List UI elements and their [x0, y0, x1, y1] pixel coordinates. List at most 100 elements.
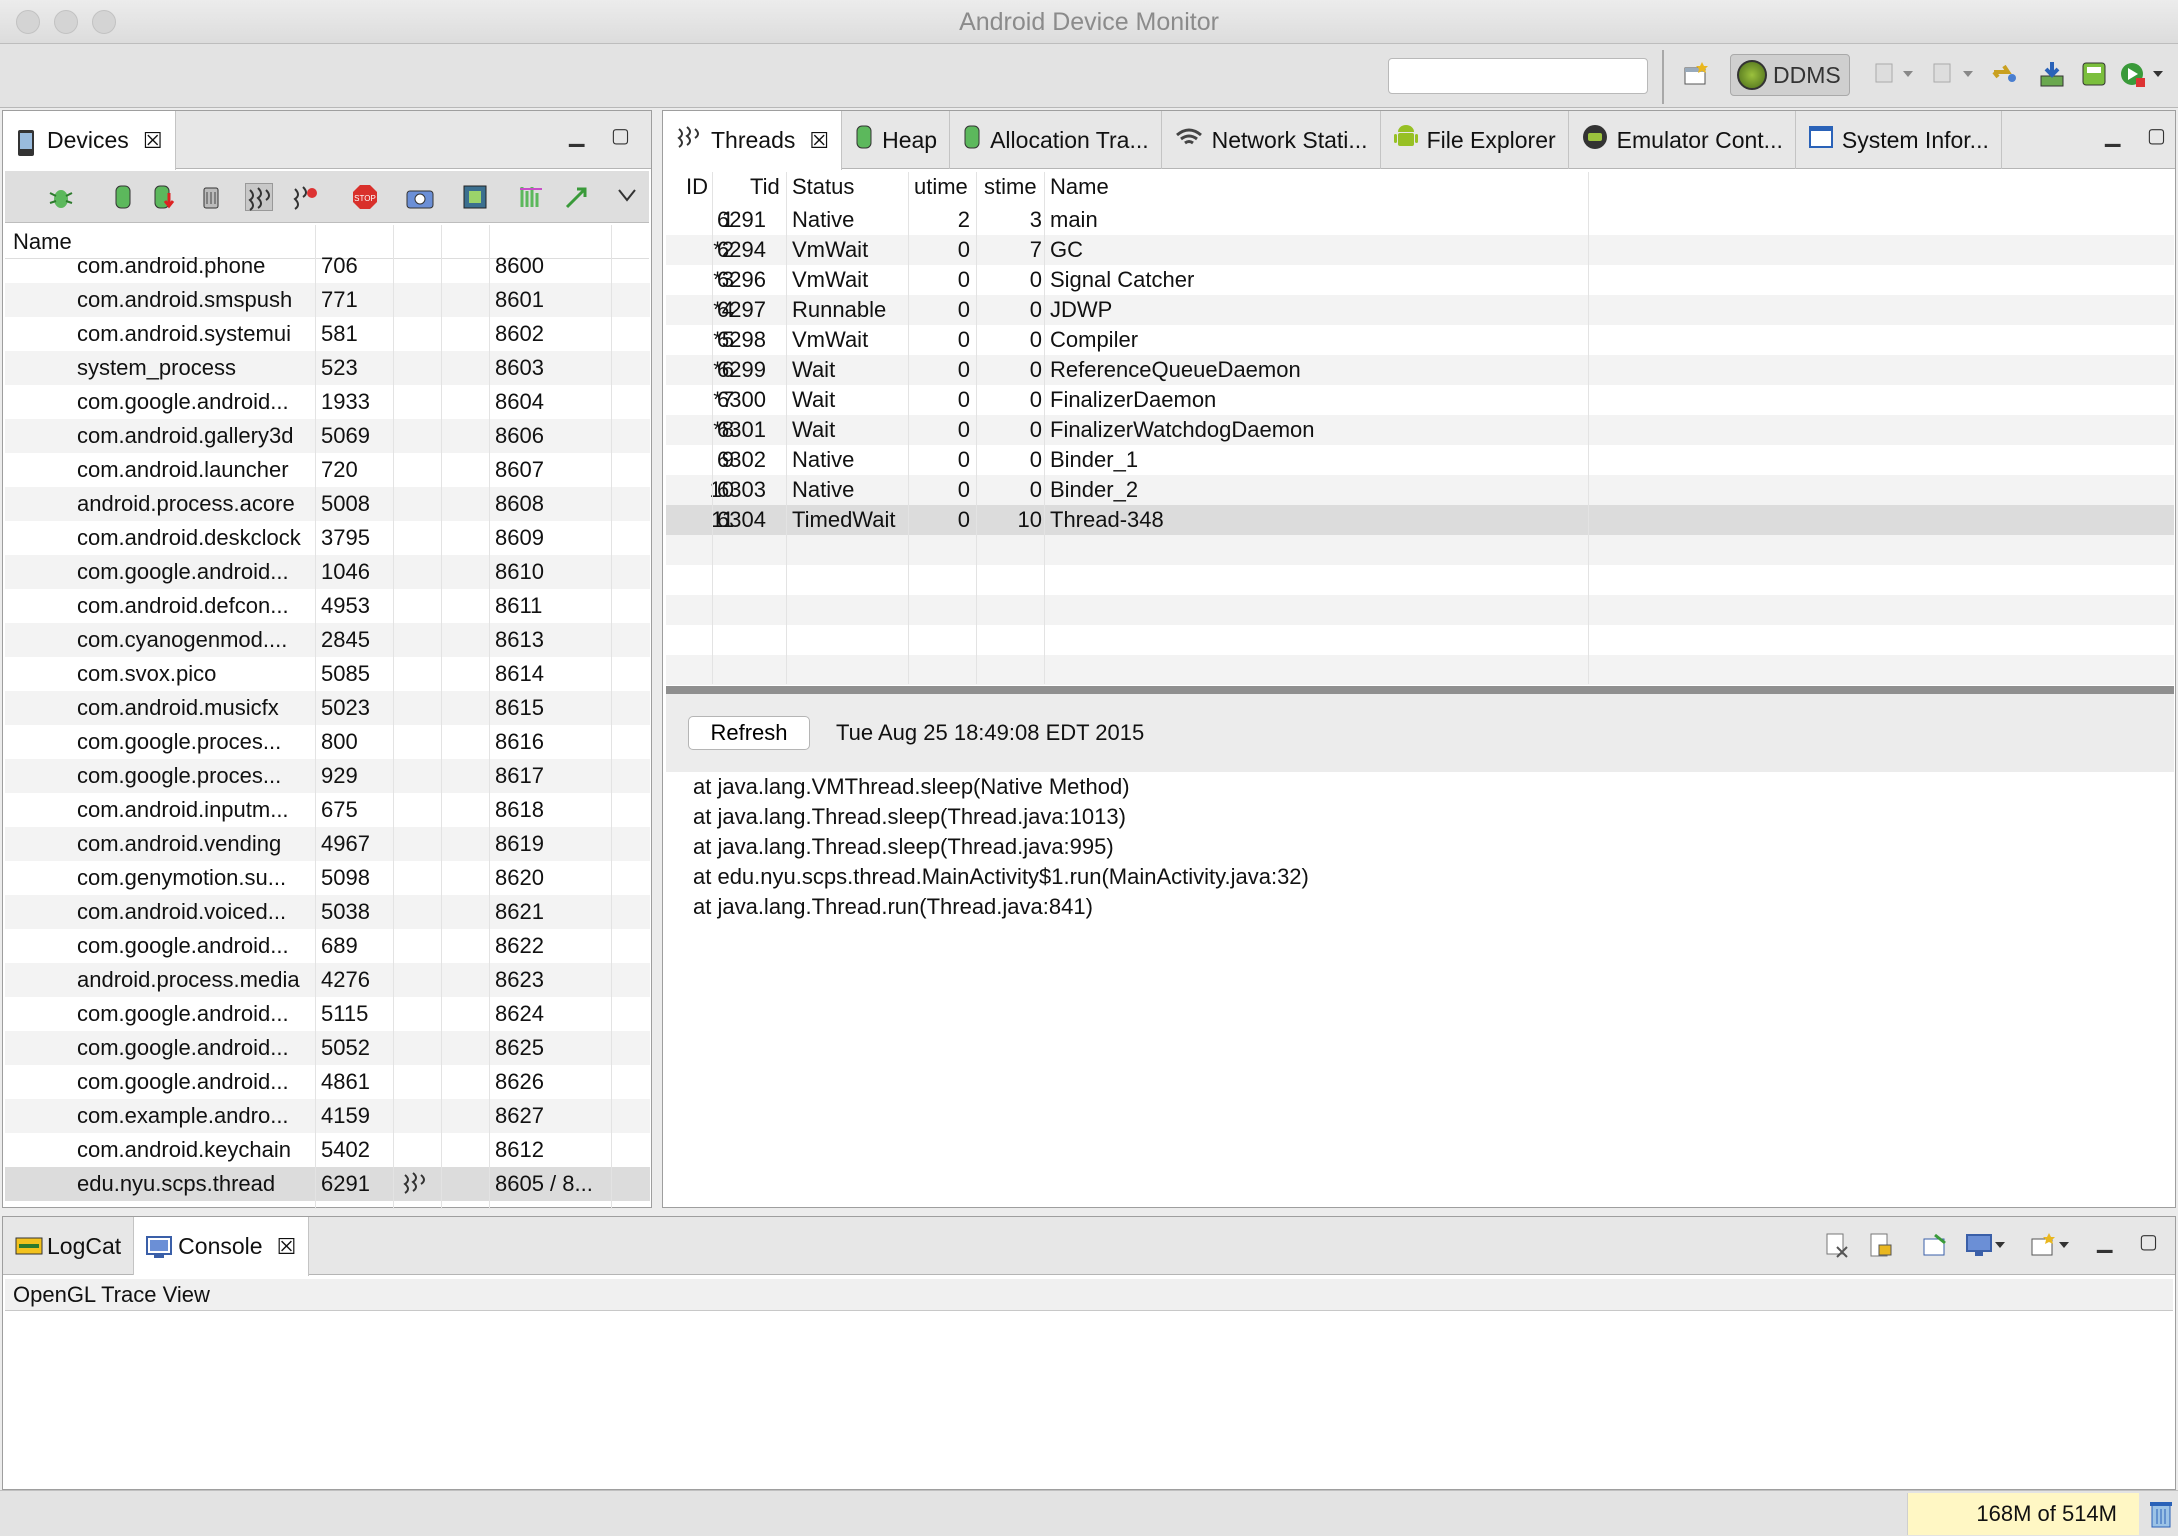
minimize-icon[interactable]: ▁ [2105, 123, 2120, 148]
device-process-row[interactable]: com.android.deskclock 3795 8609 [5, 521, 650, 555]
minimize-icon[interactable]: ▁ [569, 123, 584, 148]
stop-process-icon[interactable]: STOP [351, 183, 379, 211]
thread-row[interactable]: *6 6299 Wait 0 0 ReferenceQueueDaemon [666, 355, 2174, 385]
device-process-row[interactable]: com.example.andro... 4159 8627 [5, 1099, 650, 1133]
open-perspective-icon[interactable] [1682, 60, 1710, 88]
back-nav-icon[interactable] [1872, 60, 1900, 88]
debug-process-icon[interactable] [47, 183, 75, 211]
device-process-row[interactable]: com.svox.pico 5085 8614 [5, 657, 650, 691]
chevron-down-icon[interactable] [1993, 1231, 2007, 1259]
update-heap-icon[interactable] [109, 183, 137, 211]
tab-emulator-cont[interactable]: Emulator Cont... [1569, 111, 1796, 169]
device-process-row[interactable]: com.android.launcher 720 8607 [5, 453, 650, 487]
device-process-row[interactable]: com.cyanogenmod.... 2845 8613 [5, 623, 650, 657]
start-method-profiling-icon[interactable] [291, 183, 319, 211]
column-stime-header[interactable]: stime [984, 172, 1037, 202]
opengl-trace-icon[interactable] [563, 183, 591, 211]
close-icon[interactable]: ☒ [143, 128, 163, 154]
refresh-button[interactable]: Refresh [688, 716, 810, 750]
close-icon[interactable]: ☒ [277, 1234, 297, 1260]
column-utime-header[interactable]: utime [914, 172, 968, 202]
download-icon[interactable] [2038, 60, 2066, 88]
tab-logcat[interactable]: LogCat [3, 1217, 135, 1275]
device-process-row[interactable]: com.android.gallery3d 5069 8606 [5, 419, 650, 453]
minimize-icon[interactable]: ▁ [2097, 1229, 2112, 1254]
device-process-row[interactable]: com.google.android... 689 8622 [5, 929, 650, 963]
forward-nav-icon[interactable] [1930, 60, 1958, 88]
thread-row[interactable]: 1 6291 Native 2 3 main [666, 205, 2174, 235]
thread-row[interactable]: *5 6298 VmWait 0 0 Compiler [666, 325, 2174, 355]
clear-console-icon[interactable] [1823, 1231, 1851, 1259]
ddms-perspective-button[interactable]: DDMS [1730, 54, 1850, 96]
close-icon[interactable]: ☒ [809, 128, 829, 154]
device-process-row[interactable]: edu.nyu.scps.thread 6291 8605 / 8... [5, 1167, 650, 1201]
sdk-manager-icon[interactable] [2080, 60, 2108, 88]
horizontal-splitter[interactable] [666, 686, 2174, 694]
display-console-icon[interactable] [1965, 1231, 1993, 1259]
chevron-down-icon[interactable] [1960, 60, 1976, 88]
tab-file-explorer[interactable]: File Explorer [1381, 111, 1569, 169]
device-process-row[interactable]: com.google.proces... 929 8617 [5, 759, 650, 793]
thread-row[interactable]: *3 6296 VmWait 0 0 Signal Catcher [666, 265, 2174, 295]
thread-row[interactable]: 11 6304 TimedWait 0 10 Thread-348 [666, 505, 2174, 535]
tab-heap[interactable]: Heap [842, 111, 951, 169]
device-process-row[interactable]: com.android.phone 706 8600 [5, 249, 650, 283]
update-threads-icon[interactable] [245, 183, 273, 211]
device-process-row[interactable]: com.google.proces... 800 8616 [5, 725, 650, 759]
device-process-row[interactable]: com.android.smspush 771 8601 [5, 283, 650, 317]
device-process-row[interactable]: com.android.defcon... 4953 8611 [5, 589, 650, 623]
tab-devices[interactable]: Devices ☒ [3, 111, 176, 170]
dump-view-hierarchy-icon[interactable] [461, 183, 489, 211]
device-process-row[interactable]: com.google.android... 4861 8626 [5, 1065, 650, 1099]
column-tid-header[interactable]: Tid [750, 172, 780, 202]
column-name-header[interactable]: Name [1050, 172, 1109, 202]
chevron-down-icon[interactable] [2150, 60, 2166, 88]
maximize-icon[interactable]: ▢ [2139, 1229, 2158, 1254]
device-process-row[interactable]: system_process 523 8603 [5, 351, 650, 385]
device-process-row[interactable]: com.android.systemui 581 8602 [5, 317, 650, 351]
quick-access-input[interactable] [1388, 58, 1648, 94]
device-process-row[interactable]: com.android.keychain 5402 8612 [5, 1133, 650, 1167]
thread-row[interactable]: *4 6297 Runnable 0 0 JDWP [666, 295, 2174, 325]
chevron-down-icon[interactable] [1900, 60, 1916, 88]
chevron-down-icon[interactable] [2057, 1231, 2071, 1259]
run-icon[interactable] [2118, 60, 2146, 88]
device-process-row[interactable]: com.genymotion.su... 5098 8620 [5, 861, 650, 895]
maximize-icon[interactable]: ▢ [2147, 123, 2166, 148]
device-process-row[interactable]: android.process.acore 5008 8608 [5, 487, 650, 521]
maximize-icon[interactable]: ▢ [611, 123, 630, 148]
tab-system-infor[interactable]: System Infor... [1796, 111, 2002, 169]
device-process-row[interactable]: com.android.musicfx 5023 8615 [5, 691, 650, 725]
tab-threads[interactable]: Threads ☒ [663, 111, 843, 170]
device-process-row[interactable]: com.android.vending 4967 8619 [5, 827, 650, 861]
thread-row[interactable]: *7 6300 Wait 0 0 FinalizerDaemon [666, 385, 2174, 415]
thread-row[interactable]: *2 6294 VmWait 0 7 GC [666, 235, 2174, 265]
cause-gc-icon[interactable] [197, 183, 225, 211]
device-process-row[interactable]: com.google.android... 1933 8604 [5, 385, 650, 419]
column-status-header[interactable]: Status [792, 172, 854, 202]
open-console-icon[interactable] [2029, 1231, 2057, 1259]
view-menu-icon[interactable] [617, 183, 645, 211]
device-process-row[interactable]: com.android.voiced... 5038 8621 [5, 895, 650, 929]
tab-network-stati[interactable]: Network Stati... [1162, 111, 1381, 169]
pin-console-icon[interactable] [1921, 1231, 1949, 1259]
device-process-row[interactable]: com.google.android... 1046 8610 [5, 555, 650, 589]
scroll-lock-icon[interactable] [1867, 1231, 1895, 1259]
screen-capture-icon[interactable] [405, 183, 434, 211]
trash-icon[interactable] [2148, 1499, 2174, 1535]
device-process-row[interactable]: com.google.android... 5052 8625 [5, 1031, 650, 1065]
stack-trace-view[interactable]: at java.lang.VMThread.sleep(Native Metho… [676, 772, 2166, 1192]
tab-allocation-tra[interactable]: Allocation Tra... [950, 111, 1162, 169]
thread-row[interactable]: *8 6301 Wait 0 0 FinalizerWatchdogDaemon [666, 415, 2174, 445]
tab-console[interactable]: Console ☒ [134, 1217, 310, 1276]
device-process-row[interactable]: com.google.android... 5115 8624 [5, 997, 650, 1031]
systrace-icon[interactable] [517, 183, 545, 211]
thread-row[interactable]: 10 6303 Native 0 0 Binder_2 [666, 475, 2174, 505]
column-id-header[interactable]: ID [686, 172, 708, 202]
device-process-row[interactable]: android.process.media 4276 8623 [5, 963, 650, 997]
thread-row[interactable]: 9 6302 Native 0 0 Binder_1 [666, 445, 2174, 475]
heap-status: 168M of 514M [1907, 1493, 2139, 1535]
last-edit-icon[interactable] [1990, 60, 2018, 88]
device-process-row[interactable]: com.android.inputm... 675 8618 [5, 793, 650, 827]
dump-hprof-icon[interactable] [151, 183, 179, 211]
